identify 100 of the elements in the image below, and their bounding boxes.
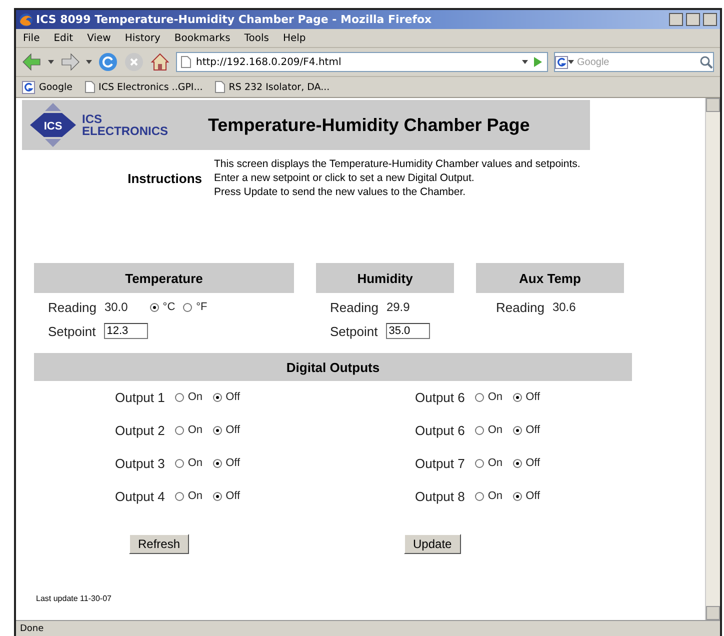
radio-button[interactable]	[512, 392, 522, 402]
address-field[interactable]: http://192.168.0.209/F4.html	[176, 52, 548, 72]
output-label: Output 2	[115, 422, 165, 438]
radio-button[interactable]	[174, 392, 184, 402]
reading-value: 29.9	[386, 300, 410, 314]
radio-button[interactable]	[174, 458, 184, 468]
menu-item[interactable]: File	[23, 32, 40, 44]
setpoint-field[interactable]: 35.0	[386, 323, 430, 339]
go-icon[interactable]	[533, 56, 543, 68]
radio-label: Off	[526, 424, 540, 436]
page-icon	[214, 81, 225, 93]
output-label: Output 6	[415, 390, 465, 404]
output-label: Output 6	[415, 422, 465, 438]
radio-label: Off	[226, 490, 240, 502]
google-icon	[22, 80, 35, 94]
radio-label: °F	[196, 301, 208, 313]
radio-button[interactable]	[150, 302, 159, 312]
bookmark-link[interactable]: RS 232 Isolator, DA...	[228, 82, 330, 92]
search-icon[interactable]	[699, 55, 713, 69]
bookmark-link[interactable]: Google	[39, 82, 73, 92]
instructions-text: This screen displays the Temperature-Humidity Chamber values and setpoints. Enter a new setpoint or click to set a new Digital Output. Press Update to send the new values to the Chamber.	[214, 157, 580, 199]
radio-label: On	[488, 391, 503, 403]
close-button[interactable]	[703, 13, 717, 26]
radio-label: Off	[226, 457, 240, 469]
radio-label: Off	[526, 391, 540, 403]
radio-button[interactable]	[512, 492, 522, 500]
forward-arrow-icon[interactable]	[60, 53, 80, 71]
field-label: Reading	[48, 300, 96, 314]
radio-button[interactable]	[512, 458, 522, 468]
radio-button[interactable]	[474, 392, 484, 402]
radio-label: On	[188, 457, 203, 469]
radio-label: On	[488, 424, 503, 436]
radio-button[interactable]	[212, 492, 222, 500]
logo-mark: ICS	[44, 120, 62, 132]
section-heading: Aux Temp	[476, 263, 624, 293]
radio-button[interactable]	[212, 458, 222, 468]
radio-label: °C	[162, 301, 176, 313]
maximize-button[interactable]	[686, 13, 700, 26]
page-title: Temperature-Humidity Chamber Page	[208, 114, 530, 136]
caret-icon[interactable]	[48, 60, 54, 64]
output-label: Output 4	[115, 488, 165, 504]
field-label: Setpoint	[330, 324, 378, 338]
radio-button[interactable]	[474, 492, 484, 500]
radio-label: On	[188, 490, 203, 502]
radio-button[interactable]	[174, 492, 184, 500]
google-icon	[555, 56, 568, 68]
output-label: Output 3	[115, 456, 165, 470]
menu-item[interactable]: Help	[282, 32, 306, 44]
radio-label: On	[488, 457, 503, 469]
output-label: Output 1	[115, 390, 165, 404]
status-text: Done	[20, 624, 44, 634]
menu-item[interactable]: Edit	[54, 32, 74, 44]
last-update-text: Last update 11-30-07	[36, 594, 112, 603]
radio-label: Off	[526, 457, 540, 469]
radio-button[interactable]	[212, 426, 222, 434]
radio-button[interactable]	[474, 426, 484, 434]
radio-label: Off	[226, 391, 240, 403]
bookmark-link[interactable]: ICS Electronics ..GPI...	[98, 82, 203, 92]
radio-label: Off	[226, 424, 240, 436]
minimize-button[interactable]	[669, 13, 683, 26]
radio-label: On	[488, 490, 503, 502]
search-bar[interactable]: Google	[554, 52, 714, 72]
field-label: Setpoint	[48, 324, 96, 338]
update-button[interactable]: Update	[404, 534, 461, 554]
reading-value: 30.6	[552, 300, 576, 314]
page-icon	[84, 81, 95, 93]
radio-button[interactable]	[183, 302, 192, 312]
caret-icon[interactable]	[86, 60, 92, 64]
home-icon[interactable]	[150, 52, 170, 72]
menu-item[interactable]: View	[87, 32, 111, 44]
setpoint-field[interactable]: 12.3	[104, 323, 148, 339]
reading-value: 30.0	[104, 300, 128, 314]
field-label: Reading	[496, 300, 544, 314]
window-title: ICS 8099 Temperature-Humidity Chamber Page - Mozilla Firefox	[36, 13, 433, 26]
radio-label: On	[188, 424, 203, 436]
page-icon	[181, 56, 191, 68]
company-name: ICS ELECTRONICS	[82, 113, 168, 137]
back-arrow-icon[interactable]	[22, 53, 42, 71]
radio-button[interactable]	[174, 426, 184, 434]
section-heading: Humidity	[316, 263, 454, 293]
scrollbar[interactable]	[705, 98, 720, 620]
refresh-button[interactable]: Refresh	[129, 534, 190, 554]
menu-item[interactable]: Tools	[244, 32, 269, 44]
radio-label: On	[188, 391, 203, 403]
radio-button[interactable]	[512, 426, 522, 434]
output-label: Output 8	[415, 488, 465, 504]
section-heading: Temperature	[34, 263, 294, 293]
caret-icon[interactable]	[522, 60, 528, 64]
section-heading: Digital Outputs	[34, 353, 632, 381]
menu-item[interactable]: History	[124, 32, 160, 44]
instructions-heading: Instructions	[126, 170, 202, 186]
menu-item[interactable]: Bookmarks	[174, 32, 230, 44]
field-label: Reading	[330, 300, 378, 314]
radio-button[interactable]	[474, 458, 484, 468]
output-label: Output 7	[415, 456, 465, 470]
radio-button[interactable]	[212, 392, 222, 402]
globe-icon	[19, 12, 33, 26]
radio-label: Off	[526, 490, 540, 502]
caret-icon[interactable]	[568, 60, 574, 64]
reload-icon[interactable]	[98, 52, 118, 72]
